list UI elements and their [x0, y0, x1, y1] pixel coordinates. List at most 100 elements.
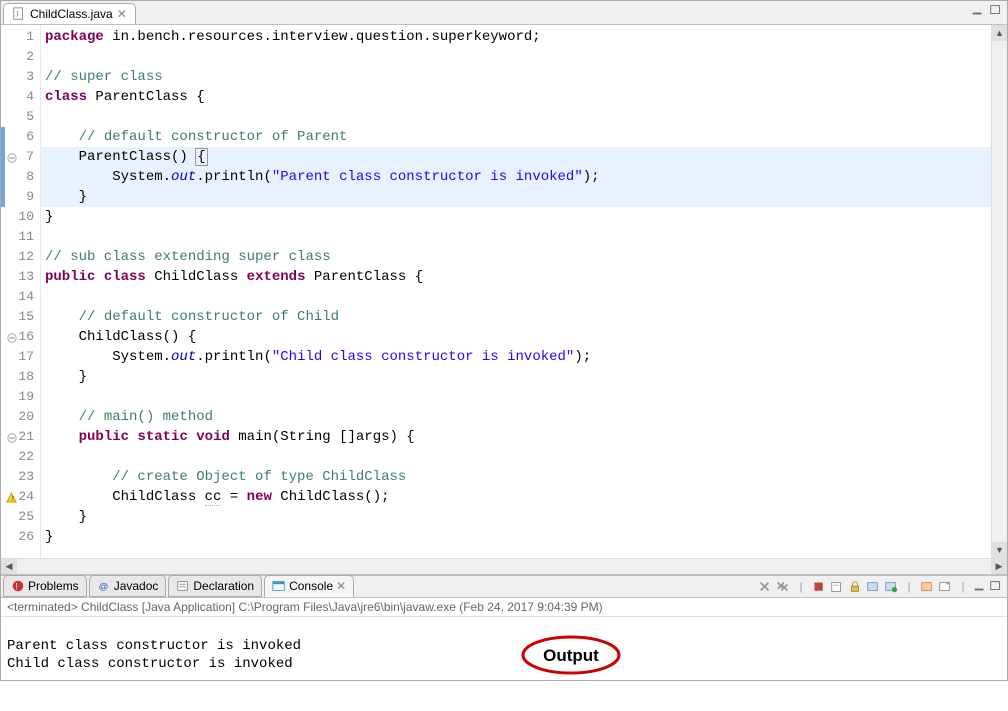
- code-line[interactable]: // main() method: [45, 407, 991, 427]
- horizontal-scrollbar[interactable]: ◀ ▶: [1, 558, 1007, 574]
- line-number: 15: [1, 307, 40, 327]
- svg-text:!: !: [11, 496, 15, 503]
- warning-icon[interactable]: !: [5, 490, 17, 502]
- code-line[interactable]: public static void main(String []args) {: [45, 427, 991, 447]
- code-line[interactable]: ChildClass() {: [45, 327, 991, 347]
- output-annotation: Output: [466, 615, 626, 702]
- svg-text:+: +: [946, 580, 950, 587]
- minimize-icon[interactable]: [971, 3, 985, 17]
- code-line[interactable]: }: [45, 207, 991, 227]
- code-line[interactable]: [45, 287, 991, 307]
- code-line[interactable]: package in.bench.resources.interview.que…: [45, 27, 991, 47]
- code-line[interactable]: // default constructor of Child: [45, 307, 991, 327]
- tab-console-label: Console: [289, 579, 333, 593]
- scroll-down-icon[interactable]: ▼: [992, 542, 1007, 558]
- console-icon: [272, 579, 286, 593]
- line-number: 21: [1, 427, 40, 447]
- code-line[interactable]: System.out.println("Child class construc…: [45, 347, 991, 367]
- code-line[interactable]: // default constructor of Parent: [45, 127, 991, 147]
- svg-text:J: J: [16, 10, 19, 19]
- code-line[interactable]: }: [41, 187, 991, 207]
- declaration-icon: [176, 579, 190, 593]
- code-line[interactable]: ChildClass cc = new ChildClass();: [45, 487, 991, 507]
- pin-console-icon[interactable]: [865, 579, 881, 595]
- tab-problems[interactable]: ! Problems: [3, 575, 87, 597]
- line-number: 2: [1, 47, 40, 67]
- code-line[interactable]: [45, 47, 991, 67]
- bottom-tab-bar: ! Problems @ Javadoc Declaration Console…: [1, 574, 1007, 598]
- remove-all-icon[interactable]: [775, 579, 791, 595]
- terminate-icon[interactable]: [811, 579, 827, 595]
- code-line[interactable]: System.out.println("Parent class constru…: [41, 167, 991, 187]
- code-line[interactable]: [45, 447, 991, 467]
- line-number: 7: [1, 147, 40, 167]
- code-line[interactable]: public class ChildClass extends ParentCl…: [45, 267, 991, 287]
- tab-javadoc-label: Javadoc: [114, 579, 159, 593]
- fold-icon[interactable]: [5, 330, 17, 342]
- line-number: 3: [1, 67, 40, 87]
- line-number: 22: [1, 447, 40, 467]
- tab-console[interactable]: Console ✕: [264, 575, 354, 597]
- clear-console-icon[interactable]: [829, 579, 845, 595]
- code-line[interactable]: [45, 227, 991, 247]
- javadoc-icon: @: [97, 579, 111, 593]
- line-number: 5: [1, 107, 40, 127]
- scroll-right-icon[interactable]: ▶: [991, 559, 1007, 574]
- remove-launch-icon[interactable]: [757, 579, 773, 595]
- line-number: 6: [1, 127, 40, 147]
- line-number: 26: [1, 527, 40, 547]
- view-maximize-icon[interactable]: [989, 579, 1003, 593]
- code-line[interactable]: class ParentClass {: [45, 87, 991, 107]
- code-area[interactable]: package in.bench.resources.interview.que…: [41, 25, 991, 558]
- new-console-icon[interactable]: +: [937, 579, 953, 595]
- scroll-left-icon[interactable]: ◀: [1, 559, 17, 574]
- line-number: 1: [1, 27, 40, 47]
- tab-problems-label: Problems: [28, 579, 79, 593]
- view-minimize-icon[interactable]: [973, 579, 987, 593]
- maximize-icon[interactable]: [989, 3, 1003, 17]
- code-line[interactable]: }: [45, 367, 991, 387]
- console-output[interactable]: Parent class constructor is invoked Chil…: [1, 617, 1007, 711]
- fold-icon[interactable]: [5, 430, 17, 442]
- line-number: 8: [1, 167, 40, 187]
- line-number: 13: [1, 267, 40, 287]
- code-line[interactable]: }: [45, 527, 991, 547]
- code-line[interactable]: // create Object of type ChildClass: [45, 467, 991, 487]
- console-line-2: Child class constructor is invoked: [7, 656, 293, 672]
- console-line-1: Parent class constructor is invoked: [7, 638, 301, 654]
- display-selected-icon[interactable]: [883, 579, 899, 595]
- line-number: 18: [1, 367, 40, 387]
- code-line[interactable]: // sub class extending super class: [45, 247, 991, 267]
- toolbar-sep2: |: [901, 579, 917, 595]
- line-gutter: 123456789101112131415161718192021222324!…: [1, 25, 41, 558]
- code-line[interactable]: [45, 387, 991, 407]
- code-line[interactable]: }: [45, 507, 991, 527]
- code-line[interactable]: ParentClass() {: [41, 147, 991, 167]
- tab-javadoc[interactable]: @ Javadoc: [89, 575, 167, 597]
- code-line[interactable]: [45, 107, 991, 127]
- console-toolbar: | | + |: [757, 579, 1003, 595]
- code-line[interactable]: // super class: [45, 67, 991, 87]
- output-badge-text: Output: [544, 646, 600, 665]
- scroll-lock-icon[interactable]: [847, 579, 863, 595]
- svg-text:@: @: [98, 582, 107, 593]
- problems-icon: !: [11, 579, 25, 593]
- tab-declaration-label: Declaration: [193, 579, 254, 593]
- open-console-icon[interactable]: [919, 579, 935, 595]
- console-tab-close-icon[interactable]: ✕: [336, 579, 346, 593]
- toolbar-sep3: |: [955, 579, 971, 595]
- fold-icon[interactable]: [5, 150, 17, 162]
- line-number: 17: [1, 347, 40, 367]
- editor-tab-childclass[interactable]: J ChildClass.java ✕: [3, 3, 136, 24]
- tab-close-icon[interactable]: ✕: [117, 7, 127, 21]
- line-number: 12: [1, 247, 40, 267]
- vertical-scrollbar[interactable]: ▲ ▼: [991, 25, 1007, 558]
- tab-filename: ChildClass.java: [30, 7, 113, 21]
- code-editor: 123456789101112131415161718192021222324!…: [1, 25, 1007, 558]
- scroll-up-icon[interactable]: ▲: [992, 25, 1007, 41]
- svg-text:!: !: [15, 582, 17, 592]
- line-number: 23: [1, 467, 40, 487]
- editor-tab-bar: J ChildClass.java ✕: [1, 1, 1007, 25]
- tab-declaration[interactable]: Declaration: [168, 575, 262, 597]
- toolbar-sep: |: [793, 579, 809, 595]
